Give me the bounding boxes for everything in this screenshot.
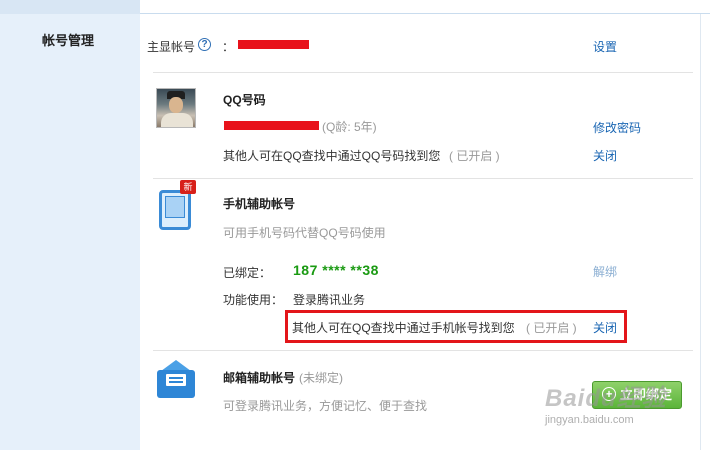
divider [153,350,693,351]
unbind-link[interactable]: 解绑 [593,263,617,280]
mobile-search-close-link[interactable]: 关闭 [593,319,617,336]
plus-icon: + [601,387,616,401]
mobile-search-status: ( 已开启 ) [526,321,577,335]
function-label: 功能使用： [223,293,284,307]
mobile-section-description: 可用手机号码代替QQ号码使用 [223,226,386,240]
bound-label: 已绑定： [223,266,272,280]
help-icon[interactable]: ? [198,38,211,51]
mail-icon [155,360,197,400]
top-strip [0,0,710,14]
qq-age: (Q龄: 5年) [322,120,377,134]
primary-account-settings-link[interactable]: 设置 [593,38,617,55]
qq-search-close-link[interactable]: 关闭 [593,147,617,164]
bind-email-button-label: 立即绑定 [619,387,672,402]
change-password-link[interactable]: 修改密码 [593,119,641,136]
avatar [156,88,196,128]
email-section-title: 邮箱辅助帐号 [223,371,296,385]
sidebar: 帐号管理 [0,14,140,450]
right-border [700,14,701,450]
primary-account-label: 主显帐号 [147,40,196,54]
new-badge: 新 [180,180,196,194]
bound-phone-number: 187 **** **38 [293,262,379,278]
primary-account-colon: ： [222,40,235,54]
primary-account-redacted [238,40,309,49]
bind-email-button[interactable]: + 立即绑定 [592,381,682,409]
function-value: 登录腾讯业务 [293,293,366,307]
qq-search-status: ( 已开启 ) [449,149,500,163]
mobile-section-title: 手机辅助帐号 [223,197,296,211]
mobile-search-description: 其他人可在QQ查找中通过手机帐号找到您 [292,321,515,335]
qq-number-redacted [224,121,319,130]
qq-section-title: QQ号码 [223,93,266,107]
qq-search-description: 其他人可在QQ查找中通过QQ号码找到您 [223,149,441,163]
email-bind-status: (未绑定) [299,371,343,385]
divider [153,72,693,73]
email-section-description: 可登录腾讯业务，方便记忆、便于查找 [223,399,428,413]
divider [153,178,693,179]
sidebar-title: 帐号管理 [42,33,95,48]
top-tab-shadow [0,0,140,14]
